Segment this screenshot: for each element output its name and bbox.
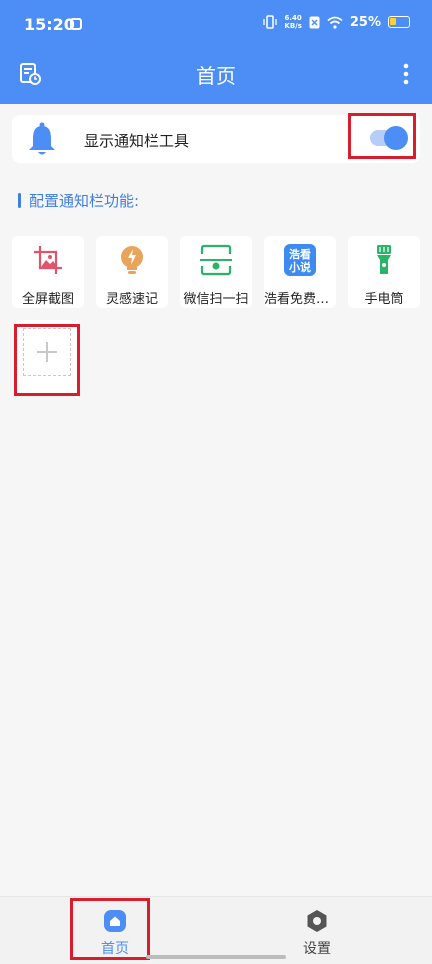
tile-label: 手电筒 — [364, 292, 404, 307]
wifi-icon — [327, 16, 343, 29]
status-bar: 15:20 6.40 KB/s 25% — [0, 0, 432, 50]
novel-app-icon: 浩看 小说 — [284, 244, 316, 276]
bottom-nav: 首页 设置 — [0, 896, 432, 964]
novel-icon-text-bottom: 小说 — [288, 260, 311, 274]
flashlight-icon — [377, 245, 391, 274]
novel-icon-text-top: 浩看 — [289, 247, 311, 261]
net-speed-unit: KB/s — [284, 22, 302, 30]
tile-wechat-scan[interactable]: 微信扫一扫 — [180, 236, 252, 308]
tile-screenshot[interactable]: 全屏截图 — [12, 236, 84, 308]
lightbulb-icon — [121, 246, 143, 274]
highlight-box-home — [70, 898, 150, 960]
tile-label: 灵感速记 — [105, 292, 158, 307]
toggle-label: 显示通知栏工具 — [84, 132, 190, 150]
status-right: 6.40 KB/s 25% — [263, 14, 410, 30]
tile-label: 全屏截图 — [21, 292, 74, 307]
battery-percent: 25% — [349, 14, 381, 30]
more-vert-icon[interactable] — [402, 62, 410, 86]
tile-novel-app[interactable]: 浩看 小说 浩看免费小说 — [264, 236, 336, 308]
tile-inspiration-note[interactable]: 灵感速记 — [96, 236, 168, 308]
page-title: 首页 — [196, 64, 236, 88]
vibrate-icon — [263, 15, 278, 29]
section-title-text: 配置通知栏功能: — [29, 192, 140, 210]
section-title: 配置通知栏功能: — [18, 190, 139, 211]
tile-flashlight[interactable]: 手电筒 — [348, 236, 420, 308]
gesture-bar — [146, 955, 286, 959]
scan-icon — [200, 244, 232, 276]
sim-off-icon — [309, 16, 320, 28]
net-speed: 6.40 KB/s — [284, 14, 301, 30]
net-speed-value: 6.40 — [284, 14, 302, 22]
nav-settings[interactable]: 设置 — [242, 897, 392, 964]
tile-label: 微信扫一扫 — [183, 292, 249, 307]
status-time: 15:20 — [24, 15, 75, 34]
settings-icon — [307, 910, 327, 932]
highlight-box-toggle — [348, 113, 416, 159]
bell-icon — [29, 122, 55, 155]
tile-label: 浩看免费小说 — [264, 292, 336, 307]
battery-icon — [388, 16, 410, 28]
notification-app-icon — [70, 18, 82, 30]
screenshot-icon — [34, 246, 62, 274]
app-header: 15:20 6.40 KB/s 25% 首页 — [0, 0, 432, 104]
highlight-box-add — [14, 324, 80, 396]
